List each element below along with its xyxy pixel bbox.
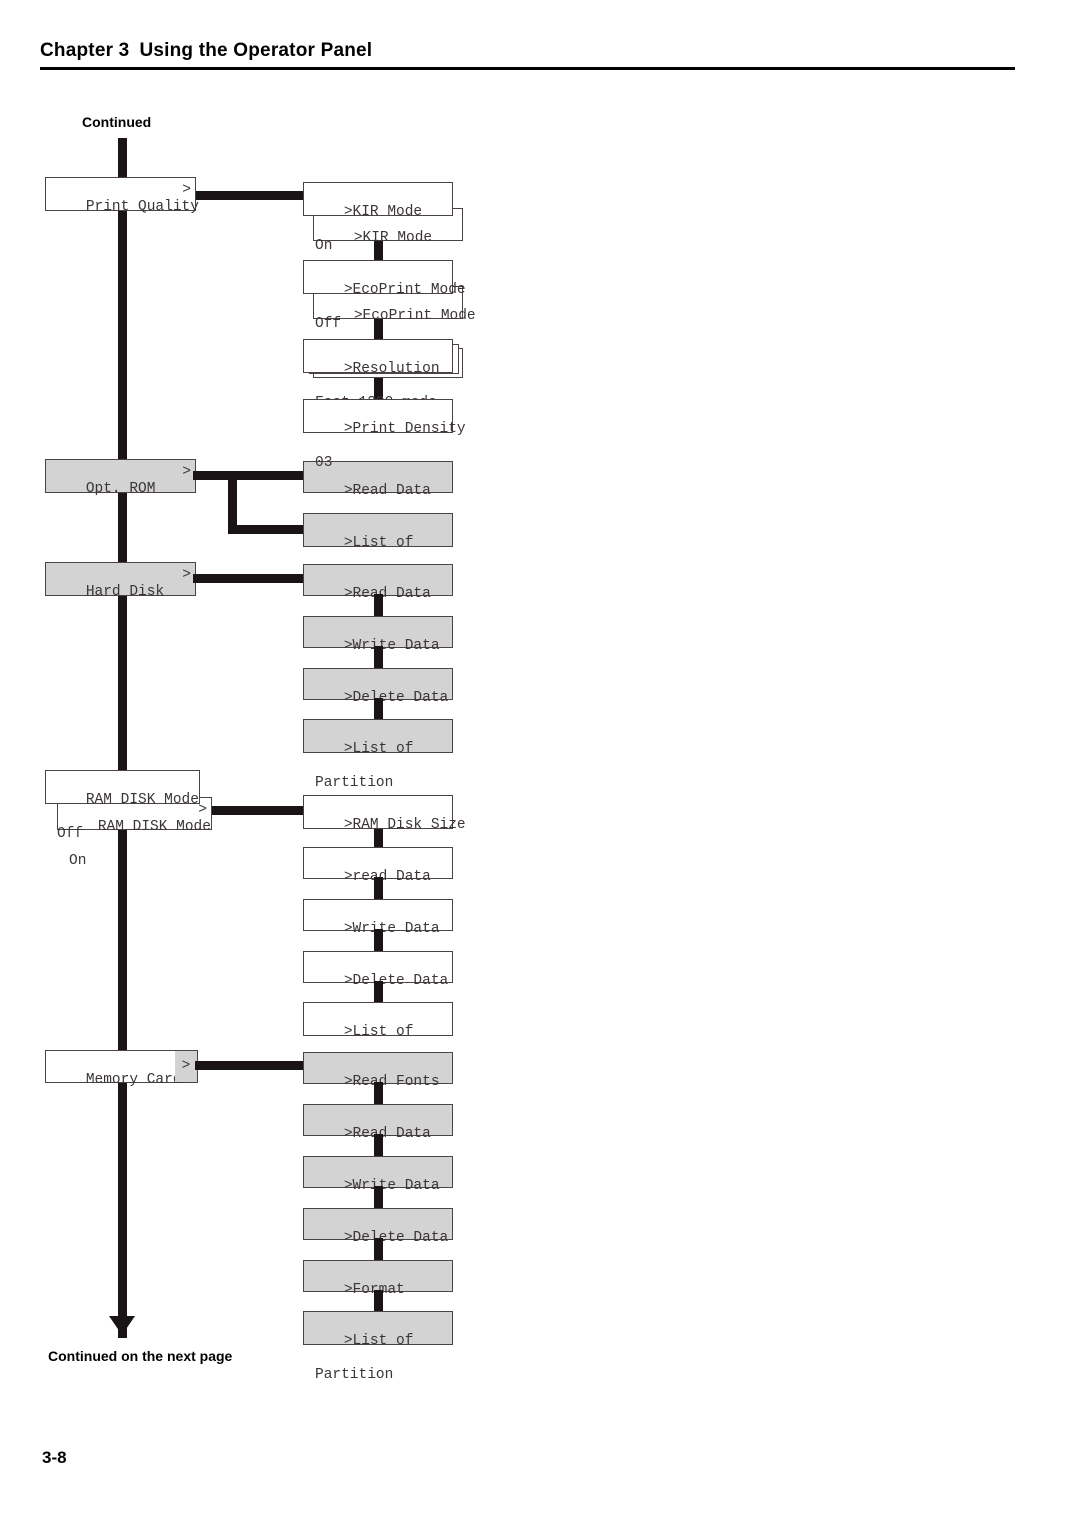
- trunk-arrow-head: [109, 1316, 135, 1335]
- lcd-line1-mc-read-data: >Read Data: [343, 1126, 431, 1142]
- connector-mc-fonts-to-read: [374, 1082, 383, 1104]
- menu-box-hard-disk[interactable]: Hard Disk >: [45, 562, 196, 600]
- lcd-line1-opt-rom-list-of-partition: >List of: [343, 535, 414, 551]
- lcd-line1-mc-delete-data: >Delete Data: [343, 1230, 449, 1246]
- lcd-line1-mc-write-data: >Write Data: [343, 1178, 440, 1194]
- menu-marker-ram-disk-mode-alt: >: [198, 802, 207, 818]
- connector-mc-format-to-list: [374, 1290, 383, 1312]
- connector-hd-read-to-write: [374, 594, 383, 616]
- lcd-box-resolution[interactable]: >Resolution Fast 1200 mode: [303, 339, 453, 411]
- connector-ram-disk-mode: [209, 806, 313, 815]
- lcd-line2-kir-mode: On: [315, 238, 333, 254]
- menu-box-opt-rom[interactable]: Opt. ROM >: [45, 459, 196, 497]
- menu-tree-diagram: Print Quality > >KIR Mode On >KIR Mode O…: [0, 0, 1080, 1528]
- continued-label: Continued: [82, 114, 152, 130]
- connector-opt-rom-top: [193, 471, 313, 480]
- lcd-line1-resolution: >Resolution: [343, 361, 440, 377]
- lcd-box-hd-delete-data[interactable]: >Delete Data: [303, 668, 453, 706]
- connector-memory-card: [195, 1061, 313, 1070]
- lcd-box-ram-disk-size[interactable]: >RAM Disk Size 0028 MByte: [303, 795, 466, 867]
- lcd-line1-mc-list-of-partition: >List of: [343, 1333, 414, 1349]
- menu-label-memory-card: Memory Card: [85, 1072, 182, 1088]
- lcd-line1-ram-disk-size: >RAM Disk Size: [343, 817, 466, 833]
- connector-hard-disk: [193, 574, 313, 583]
- connector-mc-delete-to-format: [374, 1238, 383, 1260]
- lcd-box-print-density[interactable]: >Print Density 03: [303, 399, 466, 471]
- lcd-box-mc-read-fonts[interactable]: >Read Fonts: [303, 1052, 453, 1090]
- lcd-box-hd-write-data[interactable]: >Write Data: [303, 616, 453, 654]
- lcd-box-ram-delete-data[interactable]: >Delete Data: [303, 951, 453, 989]
- connector-ram-write-to-delete: [374, 929, 383, 951]
- lcd-box-mc-delete-data[interactable]: >Delete Data: [303, 1208, 453, 1246]
- connector-hd-write-to-delete: [374, 646, 383, 668]
- lcd-line1-ram-read-data: >read Data: [343, 869, 431, 885]
- lcd-box-kir-mode[interactable]: >KIR Mode On: [303, 182, 453, 254]
- lcd-line1-ram-write-data: >Write Data: [343, 921, 440, 937]
- lcd-line1-hd-read-data: >Read Data: [343, 586, 431, 602]
- menu-marker-hard-disk: >: [182, 567, 191, 583]
- lcd-box-mc-list-of-partition[interactable]: >List of Partition: [303, 1311, 453, 1383]
- lcd-box-ram-read-data[interactable]: >read Data: [303, 847, 453, 885]
- menu-label-print-quality: Print Quality: [85, 199, 199, 215]
- menu-marker-memory-card: >: [175, 1051, 197, 1082]
- lcd-line1-hd-list-of-partition: >List of: [343, 741, 414, 757]
- lcd-line1-mc-read-fonts: >Read Fonts: [343, 1074, 440, 1090]
- lcd-line2-ecoprint-mode: Off: [315, 316, 342, 332]
- menu-label-hard-disk: Hard Disk: [85, 584, 165, 600]
- lcd-box-hd-list-of-partition[interactable]: >List of Partition: [303, 719, 453, 791]
- menu-marker-print-quality: >: [182, 182, 191, 198]
- connector-print-quality: [193, 191, 313, 200]
- lcd-line2-hd-list-of-partition: Partition: [315, 775, 394, 791]
- menu-box-print-quality[interactable]: Print Quality >: [45, 177, 199, 215]
- continued-on-next-page-label: Continued on the next page: [48, 1348, 233, 1364]
- lcd-line1-ecoprint-mode: >EcoPrint Mode: [343, 282, 466, 298]
- lcd-line2-print-density: 03: [315, 455, 333, 471]
- lcd-box-opt-rom-list-of-partition[interactable]: >List of Partition: [303, 513, 453, 585]
- trunk-line: [118, 138, 127, 1338]
- lcd-line2-mc-list-of-partition: Partition: [315, 1367, 394, 1383]
- lcd-box-ecoprint-mode[interactable]: >EcoPrint Mode Off: [303, 260, 466, 332]
- connector-mc-write-to-delete: [374, 1186, 383, 1208]
- lcd-box-ram-list-of-partition[interactable]: >List of Partition: [303, 1002, 453, 1074]
- connector-hd-delete-to-list: [374, 698, 383, 720]
- connector-ram-delete-to-list: [374, 981, 383, 1003]
- lcd-box-mc-write-data[interactable]: >Write Data: [303, 1156, 453, 1194]
- lcd-box-mc-format[interactable]: >Format: [303, 1260, 453, 1298]
- menu-marker-opt-rom: >: [182, 464, 191, 480]
- connector-mc-read-to-write: [374, 1134, 383, 1156]
- lcd-line1-kir-mode: >KIR Mode: [343, 204, 423, 220]
- lcd-box-ram-disk-mode[interactable]: RAM DISK Mode Off: [45, 770, 200, 842]
- lcd-line1-print-density: >Print Density: [343, 421, 466, 437]
- menu-box-memory-card[interactable]: Memory Card >: [45, 1050, 198, 1088]
- lcd-line1-hd-delete-data: >Delete Data: [343, 690, 449, 706]
- page-number: 3-8: [42, 1448, 67, 1467]
- lcd-line1-hd-write-data: >Write Data: [343, 638, 440, 654]
- lcd-line2-ram-disk-mode: Off: [57, 826, 84, 842]
- connector-ram-read-to-write: [374, 877, 383, 899]
- lcd-line1-ram-delete-data: >Delete Data: [343, 973, 449, 989]
- lcd-line1-ram-list-of-partition: >List of: [343, 1024, 414, 1040]
- connector-ramsize-to-read: [374, 829, 383, 848]
- connector-opt-rom-bottom: [228, 525, 313, 534]
- lcd-box-hd-read-data[interactable]: >Read Data: [303, 564, 453, 602]
- menu-label-opt-rom: Opt. ROM: [85, 481, 156, 497]
- lcd-box-mc-read-data[interactable]: >Read Data: [303, 1104, 453, 1142]
- lcd-box-ram-write-data[interactable]: >Write Data: [303, 899, 453, 937]
- lcd-line1-ram-disk-mode: RAM DISK Mode: [85, 792, 199, 808]
